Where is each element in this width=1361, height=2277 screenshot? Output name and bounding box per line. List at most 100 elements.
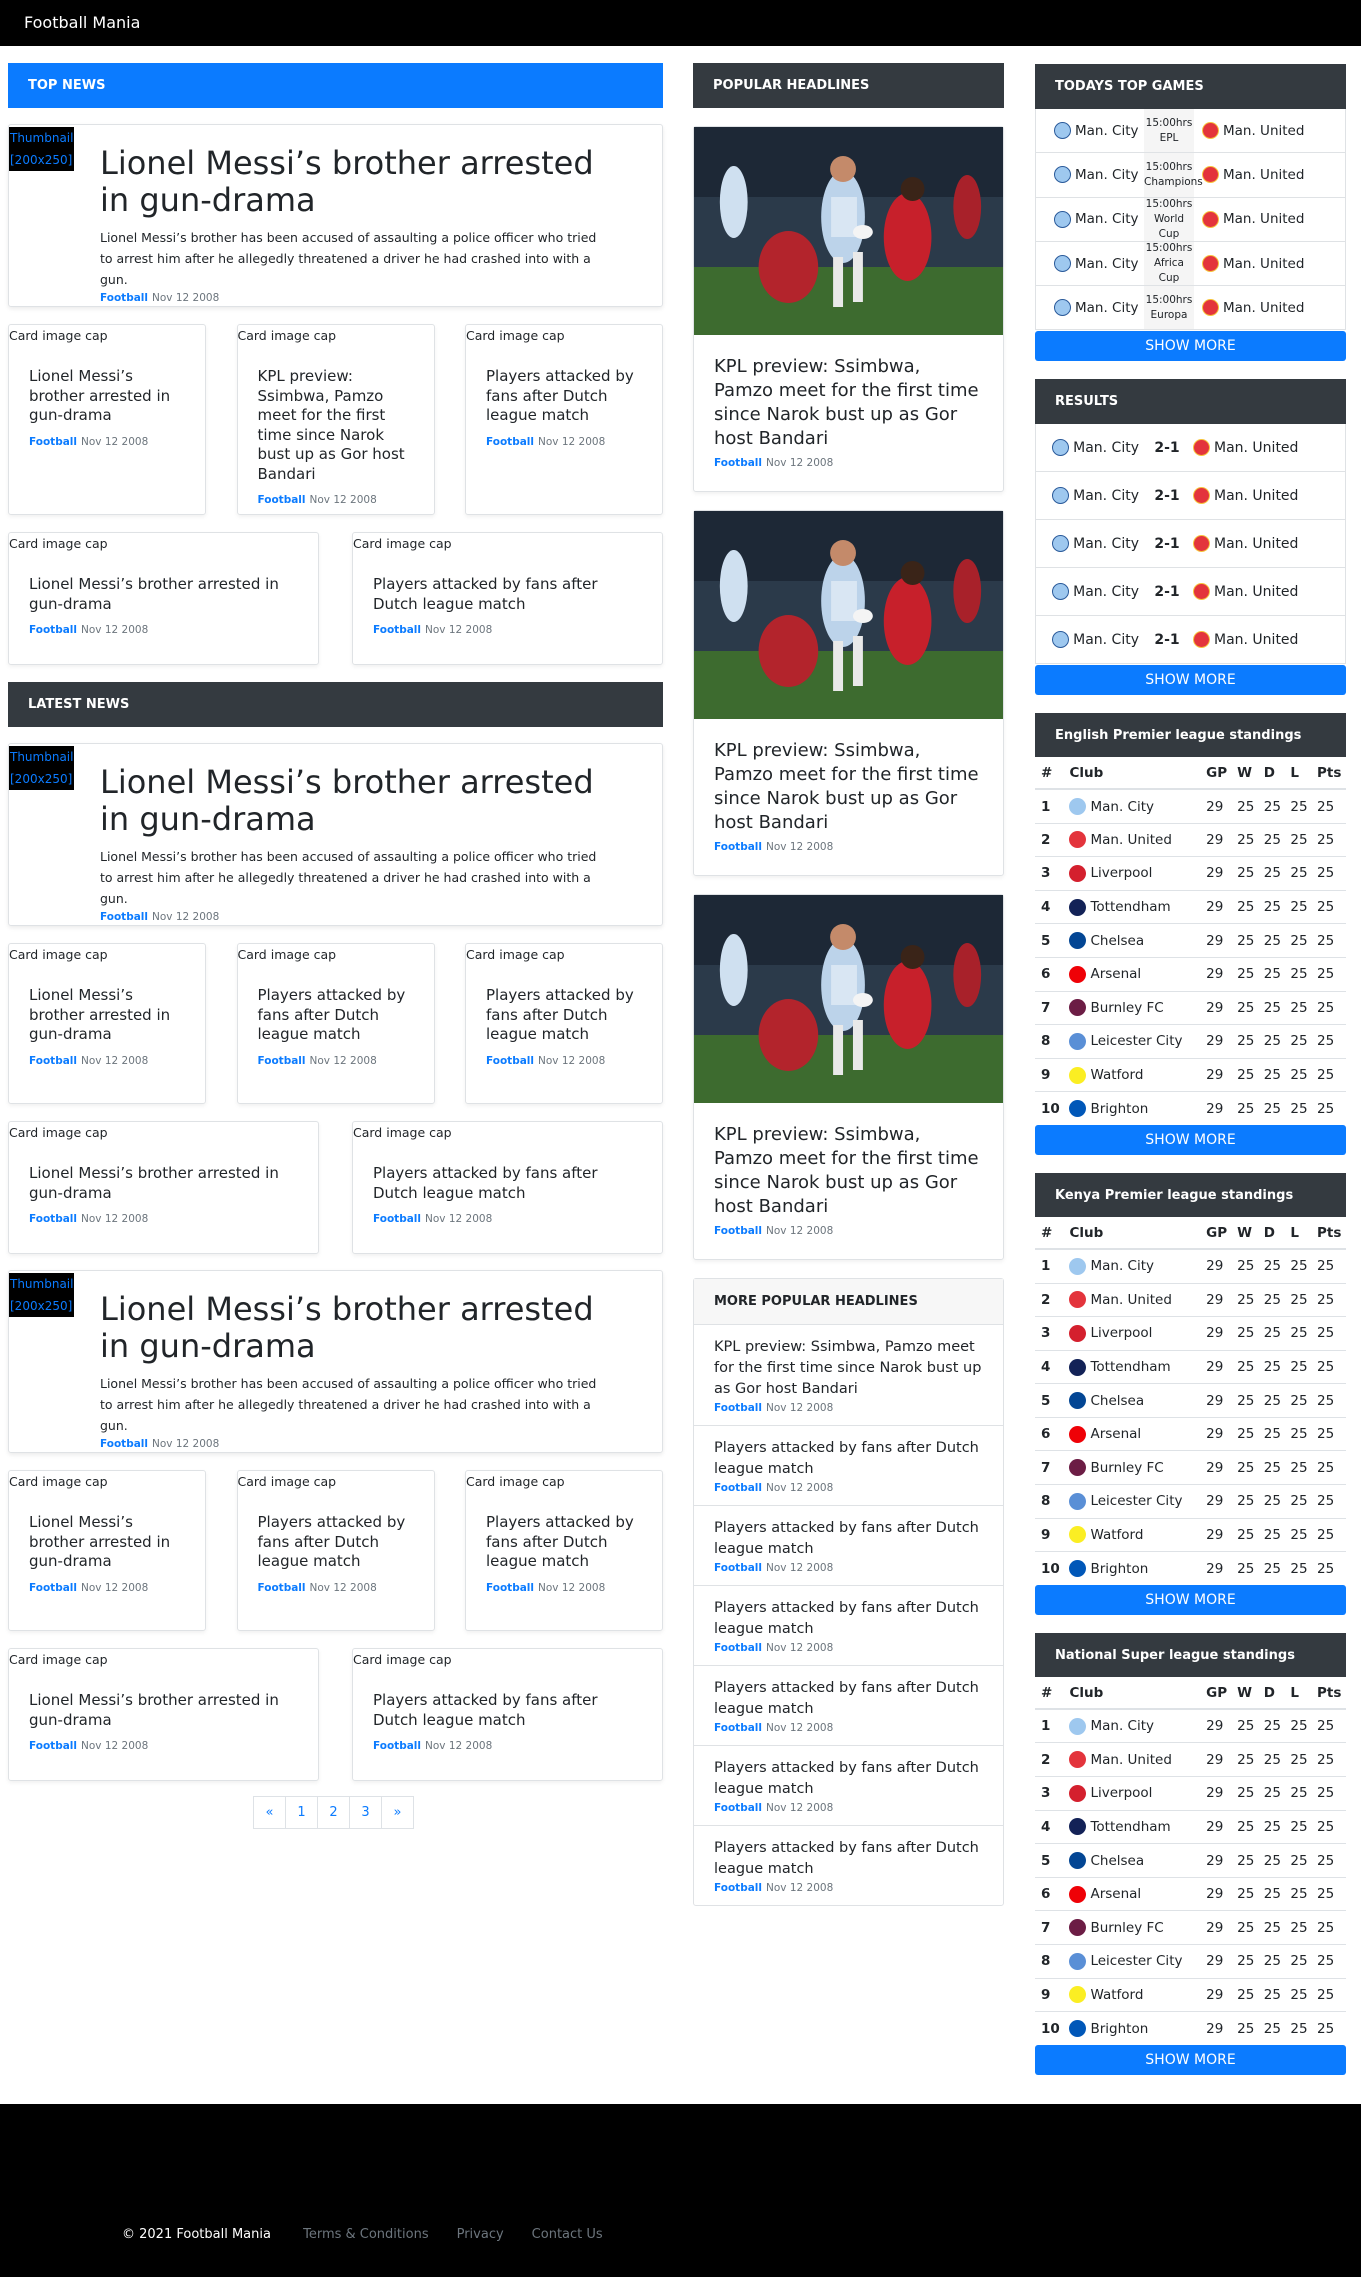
headline-title[interactable]: KPL preview: Ssimbwa, Pamzo meet for the… <box>714 355 983 451</box>
footer-link[interactable]: Contact Us <box>532 2227 603 2242</box>
card-title[interactable]: Players attacked by fans after Dutch lea… <box>258 1513 414 1572</box>
table-row[interactable]: 10 Brighton 29 25 25 25 25 <box>1035 1551 1346 1586</box>
category-link[interactable]: Football <box>714 1802 762 1814</box>
club-name[interactable]: Man. City <box>1090 799 1154 815</box>
card-title[interactable]: Players attacked by fans after Dutch lea… <box>258 986 414 1045</box>
club-name[interactable]: Brighton <box>1090 1101 1148 1117</box>
news-card[interactable]: Card image cap Players attacked by fans a… <box>352 1648 663 1781</box>
card-title[interactable]: Lionel Messi’s brother arrested in gun-d… <box>29 986 185 1045</box>
table-row[interactable]: 1 Man. City 29 25 25 25 25 <box>1035 1708 1346 1743</box>
news-card[interactable]: Card image cap Players attacked by fans a… <box>352 1121 663 1254</box>
club-name[interactable]: Liverpool <box>1090 865 1152 881</box>
card-title[interactable]: Players attacked by fans after Dutch lea… <box>373 1691 642 1730</box>
headline-title[interactable]: Players attacked by fans after Dutch lea… <box>714 1678 983 1720</box>
headline-title[interactable]: KPL preview: Ssimbwa, Pamzo meet for the… <box>714 739 983 835</box>
category-link[interactable]: Football <box>258 494 306 506</box>
table-row[interactable]: 10 Brighton 29 25 25 25 25 <box>1035 2011 1346 2046</box>
category-link[interactable]: Football <box>486 436 534 448</box>
table-row[interactable]: 9 Watford 29 25 25 25 25 <box>1035 1977 1346 2012</box>
headline-title[interactable]: Players attacked by fans after Dutch lea… <box>714 1518 983 1560</box>
category-link[interactable]: Football <box>486 1055 534 1067</box>
card-title[interactable]: Lionel Messi’s brother arrested in gun-d… <box>29 1691 298 1730</box>
news-card[interactable]: Card image cap Players attacked by fans a… <box>465 943 663 1104</box>
table-row[interactable]: 1 Man. City 29 25 25 25 25 <box>1035 1248 1346 1284</box>
club-name[interactable]: Arsenal <box>1090 1886 1141 1902</box>
category-link[interactable]: Football <box>714 1642 762 1654</box>
club-name[interactable]: Arsenal <box>1090 966 1141 982</box>
table-row[interactable]: 4 Tottendham 29 25 25 25 25 <box>1035 889 1346 924</box>
table-row[interactable]: 4 Tottendham 29 25 25 25 25 <box>1035 1809 1346 1844</box>
club-name[interactable]: Burnley FC <box>1090 1920 1163 1936</box>
table-row[interactable]: 3 Liverpool 29 25 25 25 25 <box>1035 1776 1346 1811</box>
category-link[interactable]: Football <box>373 1213 421 1225</box>
club-name[interactable]: Liverpool <box>1090 1325 1152 1341</box>
feature-headline[interactable]: Lionel Messi’s brother arrested in gun-d… <box>100 1291 602 1365</box>
news-card[interactable]: Card image cap Players attacked by fans a… <box>236 943 435 1104</box>
club-name[interactable]: Chelsea <box>1090 933 1144 949</box>
table-row[interactable]: 2 Man. United 29 25 25 25 25 <box>1035 822 1346 857</box>
feature-card[interactable]: Thumbnail [200x250] Lionel Messi’s brothe… <box>8 124 663 307</box>
table-row[interactable]: 5 Chelsea 29 25 25 25 25 <box>1035 1383 1346 1418</box>
news-card[interactable]: Card image cap Players attacked by fans a… <box>236 1470 435 1631</box>
category-link[interactable]: Football <box>714 1562 762 1574</box>
footer-link[interactable]: Terms & Conditions <box>303 2227 429 2242</box>
category-link[interactable]: Football <box>29 1055 77 1067</box>
headline-title[interactable]: Players attacked by fans after Dutch lea… <box>714 1838 983 1880</box>
category-link[interactable]: Football <box>714 1722 762 1734</box>
show-more-button[interactable]: SHOW MORE <box>1035 331 1346 362</box>
table-row[interactable]: 2 Man. United 29 25 25 25 25 <box>1035 1282 1346 1317</box>
club-name[interactable]: Tottendham <box>1090 1359 1170 1375</box>
club-name[interactable]: Tottendham <box>1090 899 1170 915</box>
table-row[interactable]: 6 Arsenal 29 25 25 25 25 <box>1035 1876 1346 1911</box>
club-name[interactable]: Chelsea <box>1090 1853 1144 1869</box>
category-link[interactable]: Football <box>373 1740 421 1752</box>
card-title[interactable]: Lionel Messi’s brother arrested in gun-d… <box>29 1513 185 1572</box>
show-more-button[interactable]: SHOW MORE <box>1035 1125 1346 1156</box>
club-name[interactable]: Man. United <box>1090 832 1171 848</box>
category-link[interactable]: Football <box>373 624 421 636</box>
news-card[interactable]: Card image cap Players attacked by fans a… <box>352 532 663 665</box>
feature-headline[interactable]: Lionel Messi’s brother arrested in gun-d… <box>100 764 602 838</box>
card-title[interactable]: KPL preview: Ssimbwa, Pamzo meet for the… <box>258 367 414 484</box>
club-name[interactable]: Brighton <box>1090 1561 1148 1577</box>
pagination-link[interactable]: 3 <box>349 1796 382 1829</box>
category-link[interactable]: Football <box>100 292 148 304</box>
pagination-link[interactable]: 1 <box>285 1796 318 1829</box>
club-name[interactable]: Liverpool <box>1090 1785 1152 1801</box>
club-name[interactable]: Man. United <box>1090 1292 1171 1308</box>
table-row[interactable]: 3 Liverpool 29 25 25 25 25 <box>1035 856 1346 891</box>
table-row[interactable]: 6 Arsenal 29 25 25 25 25 <box>1035 1416 1346 1451</box>
table-row[interactable]: 8 Leicester City 29 25 25 25 25 <box>1035 1484 1346 1519</box>
category-link[interactable]: Football <box>29 624 77 636</box>
news-card[interactable]: Card image cap Lionel Messi’s brother arr… <box>8 943 206 1104</box>
news-card[interactable]: Card image cap Players attacked by fans a… <box>465 1470 663 1631</box>
feature-headline[interactable]: Lionel Messi’s brother arrested in gun-d… <box>100 145 602 219</box>
list-item[interactable]: Players attacked by fans after Dutch lea… <box>694 1426 1003 1506</box>
table-row[interactable]: 3 Liverpool 29 25 25 25 25 <box>1035 1316 1346 1351</box>
table-row[interactable]: 9 Watford 29 25 25 25 25 <box>1035 1057 1346 1092</box>
category-link[interactable]: Football <box>100 1438 148 1450</box>
news-card[interactable]: Card image cap Lionel Messi’s brother arr… <box>8 532 319 665</box>
table-row[interactable]: 2 Man. United 29 25 25 25 25 <box>1035 1742 1346 1777</box>
table-row[interactable]: 7 Burnley FC 29 25 25 25 25 <box>1035 990 1346 1025</box>
category-link[interactable]: Football <box>714 1225 762 1237</box>
category-link[interactable]: Football <box>258 1582 306 1594</box>
pagination-link[interactable]: « <box>253 1796 286 1829</box>
headline-title[interactable]: Players attacked by fans after Dutch lea… <box>714 1598 983 1640</box>
club-name[interactable]: Burnley FC <box>1090 1460 1163 1476</box>
table-row[interactable]: 10 Brighton 29 25 25 25 25 <box>1035 1091 1346 1126</box>
result-row[interactable]: Man. City 2-1 Man. United <box>1035 568 1346 617</box>
category-link[interactable]: Football <box>714 1402 762 1414</box>
list-item[interactable]: Players attacked by fans after Dutch lea… <box>694 1666 1003 1746</box>
table-row[interactable]: 8 Leicester City 29 25 25 25 25 <box>1035 1944 1346 1979</box>
list-item[interactable]: Players attacked by fans after Dutch lea… <box>694 1506 1003 1586</box>
category-link[interactable]: Football <box>714 457 762 469</box>
headline-title[interactable]: KPL preview: Ssimbwa, Pamzo meet for the… <box>714 1123 983 1219</box>
news-card[interactable]: Card image cap Players attacked by fans a… <box>465 324 663 515</box>
club-name[interactable]: Leicester City <box>1090 1033 1182 1049</box>
club-name[interactable]: Watford <box>1090 1987 1143 2003</box>
category-link[interactable]: Football <box>29 1582 77 1594</box>
card-title[interactable]: Players attacked by fans after Dutch lea… <box>373 1164 642 1203</box>
result-row[interactable]: Man. City 2-1 Man. United <box>1035 424 1346 473</box>
game-row[interactable]: Man. City 15:00hrs EPL Man. United <box>1035 109 1346 154</box>
